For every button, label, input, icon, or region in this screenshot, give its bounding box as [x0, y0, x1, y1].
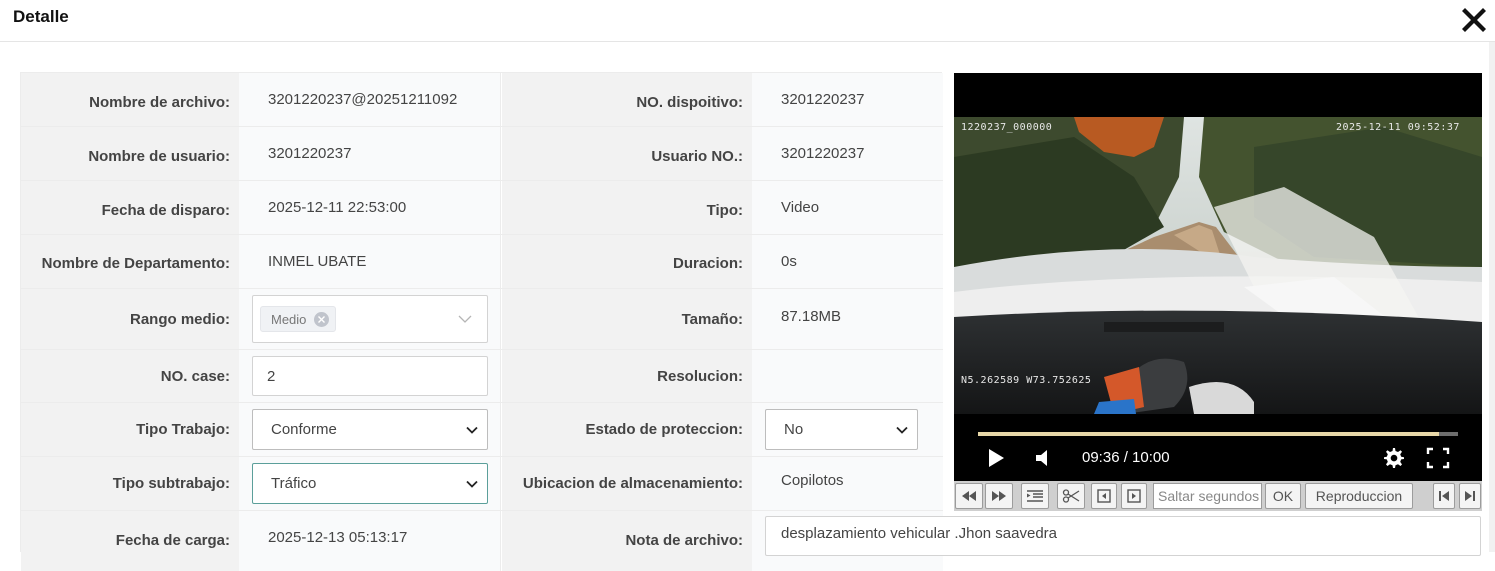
scissors-icon[interactable]	[1057, 483, 1085, 509]
fast-forward-icon[interactable]	[985, 483, 1013, 509]
osd-gps: N5.262589 W73.752625	[961, 375, 1092, 386]
settings-gear-icon[interactable]	[1381, 446, 1405, 475]
value-departamento-cell: INMEL UBATE	[239, 235, 501, 288]
dialog-header: Detalle	[0, 0, 1495, 42]
tag-medio: Medio	[260, 306, 337, 332]
value-nombre-archivo-cell: 3201220237@20251211092	[239, 73, 501, 126]
chevron-down-icon	[443, 315, 487, 323]
value-no-dispositivo: 3201220237	[781, 91, 865, 108]
nota-archivo-value: desplazamiento vehicular .Jhon saavedra	[781, 525, 1057, 542]
chevron-down-icon	[457, 464, 487, 503]
value-tipo: Video	[781, 199, 820, 216]
video-progress-bar[interactable]	[978, 432, 1458, 436]
rango-medio-multiselect[interactable]: Medio	[252, 295, 488, 343]
value-nombre-usuario-cell: 3201220237	[239, 127, 501, 180]
estado-proteccion-value: No	[784, 421, 804, 438]
value-nombre-usuario: 3201220237	[268, 145, 352, 162]
play-icon[interactable]	[987, 448, 1005, 473]
form-row: Nombre de Departamento: INMEL UBATE Dura…	[21, 235, 943, 289]
tag-medio-label: Medio	[271, 311, 307, 327]
tag-remove-icon[interactable]	[314, 311, 330, 327]
playback-button[interactable]: Reproduccion	[1305, 483, 1413, 509]
video-time-display: 09:36 / 10:00	[1082, 449, 1170, 466]
value-no-dispositivo-cell: 3201220237	[752, 73, 943, 126]
nota-archivo-textarea[interactable]: desplazamiento vehicular .Jhon saavedra	[765, 516, 1481, 556]
frame-forward-icon[interactable]	[1121, 483, 1147, 509]
label-usuario-no: Usuario NO.:	[502, 127, 752, 180]
label-rango-medio: Rango medio:	[21, 289, 239, 349]
label-fecha-disparo: Fecha de disparo:	[21, 181, 239, 234]
value-duracion-cell: 0s	[752, 235, 943, 288]
dialog-title: Detalle	[13, 7, 69, 26]
label-duracion: Duracion:	[502, 235, 752, 288]
skip-start-icon[interactable]	[1433, 483, 1455, 509]
estado-proteccion-select[interactable]: No	[765, 409, 918, 450]
label-estado-proteccion: Estado de proteccion:	[502, 403, 752, 456]
fullscreen-icon[interactable]	[1426, 447, 1450, 474]
video-player[interactable]: 1220237_000000 2025-12-11 09:52:37 N5.26…	[954, 73, 1482, 481]
value-duracion: 0s	[781, 253, 797, 270]
label-no-dispositivo: NO. dispoitivo:	[502, 73, 752, 126]
label-fecha-carga: Fecha de carga:	[21, 511, 239, 571]
value-ubicacion-cell: Copilotos	[752, 457, 943, 510]
chevron-down-icon	[457, 410, 487, 449]
value-departamento: INMEL UBATE	[268, 253, 367, 270]
rewind-icon[interactable]	[955, 483, 983, 509]
value-resolucion-cell	[752, 350, 943, 402]
value-tamano-cell: 87.18MB	[752, 289, 943, 349]
video-progress-fill	[978, 432, 1439, 436]
volume-icon[interactable]	[1034, 448, 1052, 473]
form-row: Nombre de usuario: 3201220237 Usuario NO…	[21, 127, 943, 181]
tipo-trabajo-value: Conforme	[271, 421, 337, 438]
tipo-trabajo-select[interactable]: Conforme	[252, 409, 488, 450]
label-tamano: Tamaño:	[502, 289, 752, 349]
label-tipo-subtrabajo: Tipo subtrabajo:	[21, 457, 239, 510]
skip-end-icon[interactable]	[1459, 483, 1481, 509]
form-row: Fecha de disparo: 2025-12-11 22:53:00 Ti…	[21, 181, 943, 235]
osd-timestamp: 2025-12-11 09:52:37	[1336, 122, 1460, 133]
seek-seconds-placeholder: Saltar segundos	[1158, 488, 1260, 504]
frame-back-icon[interactable]	[1091, 483, 1117, 509]
value-usuario-no-cell: 3201220237	[752, 127, 943, 180]
no-case-value: 2	[267, 367, 276, 385]
label-departamento: Nombre de Departamento:	[21, 235, 239, 288]
close-icon[interactable]	[1458, 4, 1490, 36]
value-tamano: 87.18MB	[781, 307, 842, 325]
label-nota-archivo: Nota de archivo:	[502, 511, 752, 571]
value-fecha-carga-cell: 2025-12-13 05:13:17	[239, 511, 501, 571]
label-tipo-trabajo: Tipo Trabajo:	[21, 403, 239, 456]
value-nombre-archivo: 3201220237@20251211092	[268, 91, 458, 108]
video-frame[interactable]: 1220237_000000 2025-12-11 09:52:37 N5.26…	[954, 117, 1482, 414]
value-fecha-carga: 2025-12-13 05:13:17	[268, 529, 408, 546]
dashcam-frame-image	[954, 117, 1482, 414]
label-nombre-archivo: Nombre de archivo:	[21, 73, 239, 126]
label-resolucion: Resolucion:	[502, 350, 752, 402]
label-ubicacion: Ubicacion de almacenamiento:	[502, 457, 752, 510]
vertical-scrollbar[interactable]	[1489, 42, 1495, 552]
list-icon[interactable]	[1021, 483, 1049, 509]
value-fecha-disparo: 2025-12-11 22:53:00	[268, 199, 407, 216]
chevron-down-icon	[887, 410, 917, 449]
osd-device-id: 1220237_000000	[961, 122, 1053, 133]
value-usuario-no: 3201220237	[781, 145, 865, 162]
tipo-subtrabajo-select[interactable]: Tráfico	[252, 463, 488, 504]
playback-toolbar: Saltar segundos OK Reproduccion	[954, 481, 1482, 511]
value-fecha-disparo-cell: 2025-12-11 22:53:00	[239, 181, 501, 234]
label-nombre-usuario: Nombre de usuario:	[21, 127, 239, 180]
ok-button[interactable]: OK	[1265, 483, 1301, 509]
tipo-subtrabajo-value: Tráfico	[271, 475, 317, 492]
label-no-case: NO. case:	[21, 350, 239, 402]
seek-seconds-input[interactable]: Saltar segundos	[1153, 483, 1262, 509]
value-ubicacion: Copilotos	[781, 472, 844, 489]
form-row: Nombre de archivo: 3201220237@2025121109…	[21, 73, 943, 127]
label-tipo: Tipo:	[502, 181, 752, 234]
value-tipo-cell: Video	[752, 181, 943, 234]
no-case-input[interactable]: 2	[252, 356, 488, 396]
